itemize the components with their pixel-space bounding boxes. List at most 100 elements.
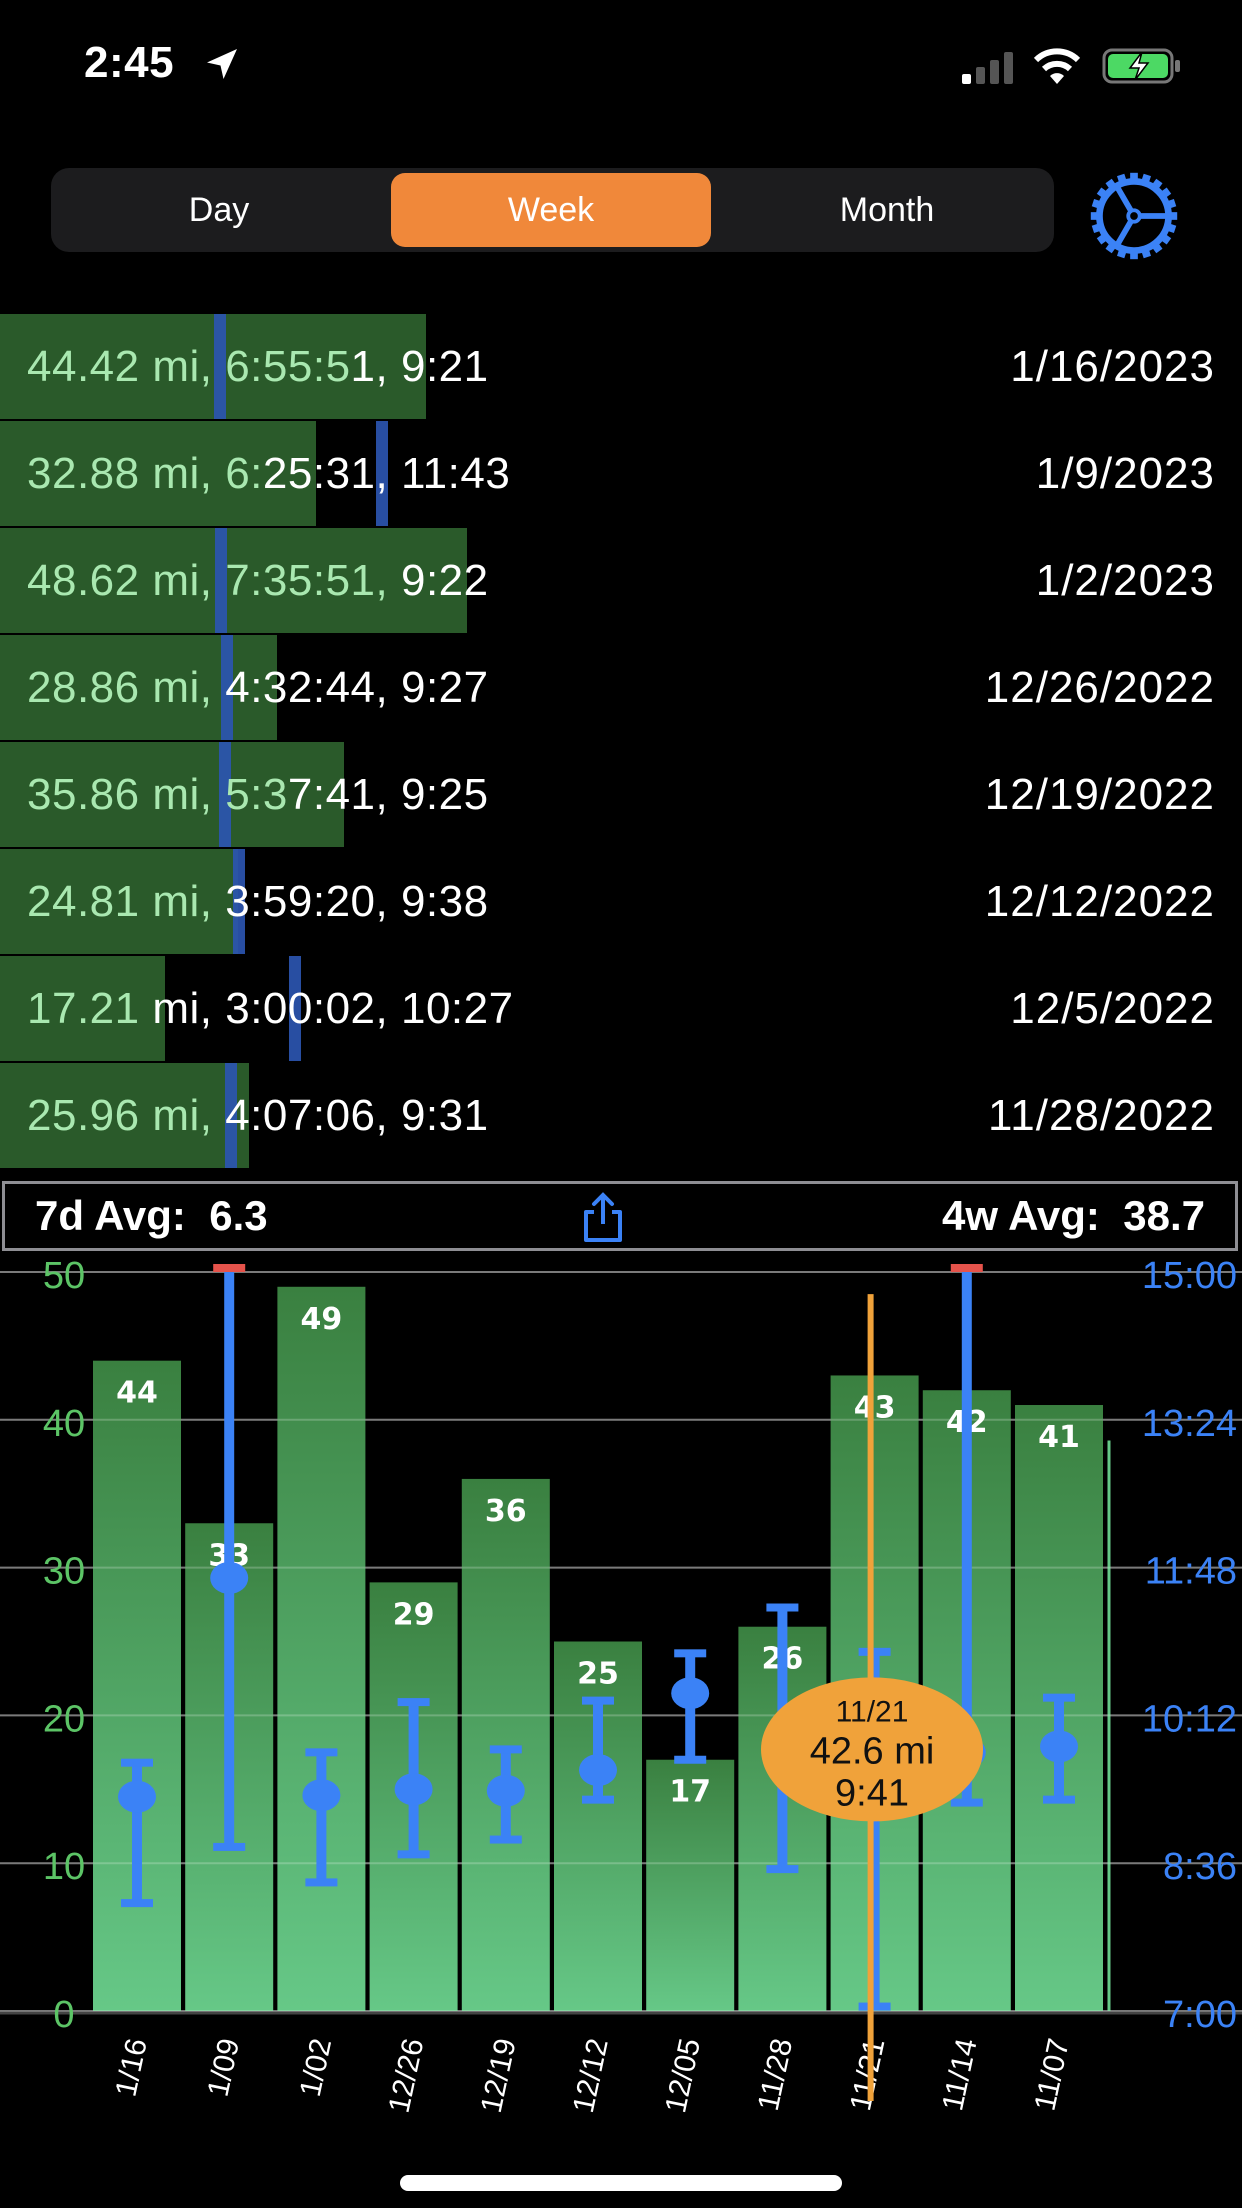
y-tick-label-right: 15:00: [1142, 1255, 1237, 1297]
segment-day[interactable]: Day: [59, 173, 379, 247]
y-tick-label-left: 40: [43, 1403, 85, 1445]
row-summary: 44.42 mi, 6:55:51, 9:21: [27, 314, 489, 419]
row-summary: 17.21 mi, 3:00:02, 10:27: [27, 956, 514, 1061]
x-tick-label: 12/12: [567, 2036, 615, 2116]
errorbar-low-cap: [1043, 1795, 1075, 1804]
bar-value-label: 41: [1038, 1420, 1080, 1455]
row-summary-outside: 7:41, 9:25: [287, 770, 489, 819]
tooltip-line: 42.6 mi: [810, 1730, 935, 1772]
errorbar-high-cap: [489, 1745, 522, 1754]
bar-value-label: 29: [393, 1597, 435, 1632]
errorbar-low-cap: [213, 1842, 246, 1851]
averages-bar: 7d Avg: 6.3 4w Avg: 38.7: [2, 1181, 1238, 1251]
row-summary-inside: 24.81 mi,: [27, 877, 213, 926]
list-item[interactable]: 35.86 mi, 5:37:41, 9:25 12/19/2022: [0, 742, 1242, 847]
errorbar-low-cap: [489, 1835, 522, 1844]
row-summary-inside: 44.42 mi, 6:55:5: [27, 342, 351, 391]
errorbar-mean-dot: [579, 1754, 617, 1787]
row-summary-inside: 35.86 mi, 5:3: [27, 770, 288, 819]
row-summary-outside: mi, 3:00:02, 10:27: [152, 984, 514, 1033]
errorbar-low-cap: [582, 1795, 614, 1804]
four-week-label: 4w Avg:: [941, 1192, 1100, 1239]
bar-value-label: 17: [669, 1775, 711, 1810]
bar-value-label: 25: [577, 1657, 619, 1692]
row-summary: 28.86 mi, 4:32:44, 9:27: [27, 635, 489, 740]
row-summary: 35.86 mi, 5:37:41, 9:25: [27, 742, 489, 847]
four-week-average: 4w Avg: 38.7: [942, 1184, 1205, 1248]
errorbar-mean-dot: [118, 1780, 156, 1813]
list-item[interactable]: 32.88 mi, 6:25:31, 11:43 1/9/2023: [0, 421, 1242, 526]
errorbar-low-cap: [674, 1755, 707, 1764]
bar: [277, 1286, 366, 2011]
errorbar-high-cap: [397, 1698, 430, 1707]
segment-week[interactable]: Week: [391, 173, 711, 247]
segment-month[interactable]: Month: [727, 173, 1047, 247]
errorbar-low-cap: [397, 1850, 430, 1859]
errorbar-low-cap: [950, 1798, 983, 1807]
list-item[interactable]: 25.96 mi, 4:07:06, 9:31 11/28/2022: [0, 1063, 1242, 1168]
y-tick-label-left: 10: [43, 1846, 85, 1888]
y-tick-label-right: 7:00: [1163, 1994, 1237, 2036]
tooltip-line: 11/21: [836, 1695, 909, 1728]
y-tick-label-right: 10:12: [1142, 1698, 1237, 1740]
y-tick-label-right: 8:36: [1163, 1846, 1237, 1888]
x-tick-label: 12/19: [475, 2036, 523, 2116]
list-item[interactable]: 28.86 mi, 4:32:44, 9:27 12/26/2022: [0, 635, 1242, 740]
x-tick-label: 12/05: [659, 2036, 707, 2116]
row-date: 12/12/2022: [984, 877, 1215, 926]
errorbar-low-cap: [766, 1865, 799, 1874]
home-indicator[interactable]: [400, 2175, 842, 2191]
row-summary-inside: 48.62 mi, 7:35:51,: [27, 556, 389, 605]
bar-value-label: 49: [301, 1302, 343, 1337]
row-summary-outside: 25:31, 11:43: [262, 449, 511, 498]
errorbar-mean-dot: [671, 1677, 710, 1710]
row-summary-inside: 32.88 mi, 6:: [27, 449, 263, 498]
wifi-icon: [1033, 48, 1081, 84]
gear-icon[interactable]: [1086, 168, 1182, 264]
row-summary-outside: 4:07:06, 9:31: [212, 1091, 489, 1140]
list-item[interactable]: 17.21 mi, 3:00:02, 10:27 12/5/2022: [0, 956, 1242, 1061]
y-tick-label-left: 50: [43, 1255, 85, 1297]
errorbar-mean-dot: [210, 1561, 249, 1594]
bar: [461, 1478, 550, 2011]
status-time: 2:45: [84, 38, 175, 87]
row-summary-outside: 9:22: [388, 556, 489, 605]
row-summary-inside: 28.86 mi,: [27, 663, 226, 712]
row-summary: 25.96 mi, 4:07:06, 9:31: [27, 1063, 489, 1168]
errorbar-high-cap: [674, 1649, 707, 1658]
row-summary-inside: 25.96 mi,: [27, 1091, 213, 1140]
errorbar-high-cap: [766, 1603, 799, 1612]
list-item[interactable]: 48.62 mi, 7:35:51, 9:22 1/2/2023: [0, 528, 1242, 633]
four-week-value: 38.7: [1123, 1192, 1205, 1239]
row-summary-inside: 17.21: [27, 984, 153, 1033]
x-tick-label: 11/14: [936, 2036, 983, 2114]
row-date: 11/28/2022: [988, 1091, 1215, 1140]
weekly-summary-list: 44.42 mi, 6:55:51, 9:21 1/16/2023 32.88 …: [0, 314, 1242, 1170]
tooltip-line: 9:41: [835, 1772, 909, 1814]
bar-value-label: 44: [116, 1376, 158, 1411]
errorbar-mean-dot: [1040, 1730, 1078, 1763]
share-icon[interactable]: [578, 1192, 628, 1244]
errorbar-clipped-cap: [950, 1264, 983, 1272]
location-arrow-icon: [207, 49, 237, 79]
x-tick-label: 1/16: [109, 2036, 153, 2100]
y-tick-label-left: 20: [43, 1698, 85, 1740]
list-item[interactable]: 44.42 mi, 6:55:51, 9:21 1/16/2023: [0, 314, 1242, 419]
x-tick-label: 11/07: [1028, 2036, 1075, 2114]
status-bar: 2:45: [0, 0, 1242, 130]
row-summary: 24.81 mi, 3:59:20, 9:38: [27, 849, 489, 954]
list-item[interactable]: 24.81 mi, 3:59:20, 9:38 12/12/2022: [0, 849, 1242, 954]
row-summary-outside: 1, 9:21: [350, 342, 489, 391]
errorbar-high-cap: [582, 1696, 614, 1705]
errorbar-mean-dot: [394, 1773, 433, 1806]
row-date: 1/2/2023: [1035, 556, 1215, 605]
errorbar-high-cap: [858, 1647, 891, 1656]
x-tick-label: 1/02: [294, 2036, 338, 2100]
errorbar-mean-dot: [486, 1774, 525, 1807]
bar: [93, 1360, 181, 2011]
errorbar-high-cap: [305, 1748, 338, 1757]
row-date: 12/26/2022: [984, 663, 1215, 712]
seven-day-value: 6.3: [209, 1192, 268, 1239]
seven-day-label: 7d Avg:: [35, 1192, 186, 1239]
weekly-mileage-chart[interactable]: 4433492936251726434241 01020304050 7:008…: [0, 1252, 1242, 2208]
